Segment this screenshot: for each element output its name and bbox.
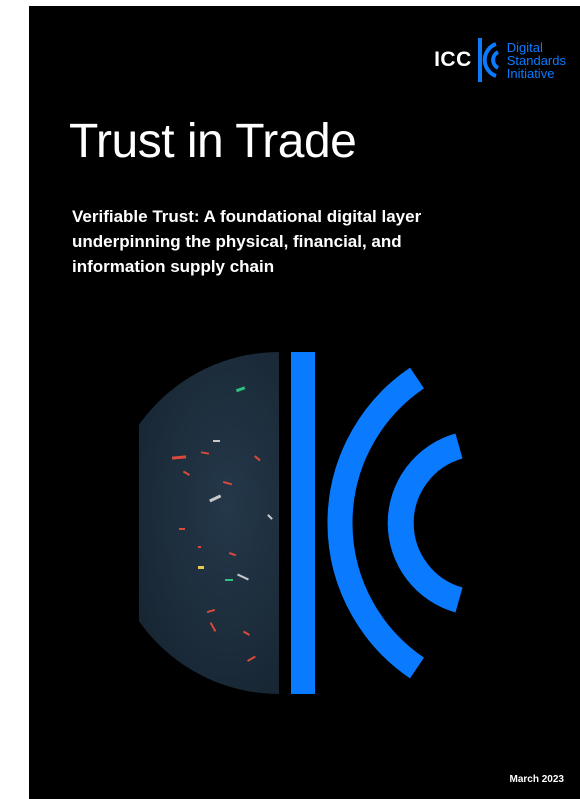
page-title: Trust in Trade	[69, 115, 357, 168]
logo-line-initiative: Initiative	[506, 65, 555, 81]
bracket-arc-inner	[387, 433, 463, 613]
logo-line-digital: Digital	[506, 39, 543, 55]
ocean-half-disc	[139, 352, 279, 694]
logo-line-standards: Standards	[506, 52, 566, 68]
bracket-bar	[291, 352, 315, 694]
icc-dsi-bracket-icon	[477, 38, 499, 82]
logo-text: Digital Standards Initiative	[507, 41, 566, 80]
ocean-semicircle-with-brackets-icon	[139, 352, 463, 694]
report-cover: ICC Digital Standards Initiative Trust i…	[29, 6, 580, 799]
icc-dsi-logo: ICC Digital Standards Initiative	[434, 30, 566, 90]
page-subtitle: Verifiable Trust: A foundational digital…	[72, 207, 422, 276]
logo-icc-wordmark: ICC	[434, 48, 472, 71]
publication-date: March 2023	[509, 774, 564, 785]
